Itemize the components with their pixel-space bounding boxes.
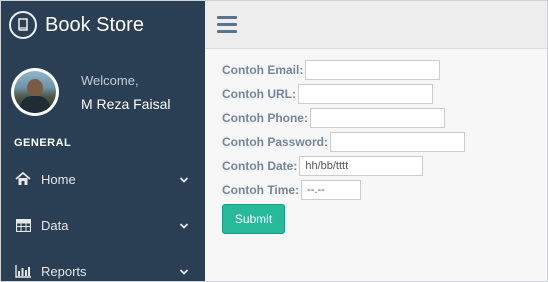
home-icon (14, 172, 32, 186)
phone-label: Contoh Phone: (222, 111, 308, 125)
password-row: Contoh Password: (222, 132, 466, 152)
password-label: Contoh Password: (222, 135, 329, 149)
brand[interactable]: Book Store (9, 9, 144, 41)
bar-chart-icon (14, 264, 32, 278)
sidebar: Book Store Welcome, M Reza Faisal GENERA… (1, 1, 205, 281)
url-row: Contoh URL: (222, 84, 433, 104)
time-field[interactable] (301, 180, 362, 200)
sidebar-item-reports[interactable]: Reports (1, 256, 205, 281)
app-title: Book Store (45, 13, 144, 36)
user-name: M Reza Faisal (81, 95, 171, 112)
time-row: Contoh Time: (222, 180, 362, 200)
email-label: Contoh Email: (222, 63, 304, 77)
menu-toggle-icon[interactable] (217, 16, 237, 37)
date-row: Contoh Date: (222, 156, 424, 176)
sidebar-item-home[interactable]: Home (1, 164, 205, 194)
submit-button[interactable]: Submit (222, 204, 285, 234)
sidebar-item-label: Data (41, 217, 69, 233)
password-field[interactable] (330, 132, 466, 152)
welcome-block: Welcome, M Reza Faisal (81, 73, 170, 112)
chevron-down-icon (179, 219, 189, 234)
date-field[interactable] (299, 156, 424, 176)
profile: Welcome, M Reza Faisal (11, 68, 170, 116)
url-field[interactable] (297, 84, 433, 104)
email-field[interactable] (305, 60, 441, 80)
app-window: Book Store Welcome, M Reza Faisal GENERA… (0, 0, 548, 282)
time-label: Contoh Time: (222, 183, 300, 197)
sidebar-item-data[interactable]: Data (1, 210, 205, 240)
date-label: Contoh Date: (222, 159, 298, 173)
url-label: Contoh URL: (222, 87, 296, 101)
sidebar-item-label: Home (41, 171, 76, 187)
top-navbar (205, 1, 547, 49)
chevron-down-icon (179, 173, 189, 188)
sidebar-item-label: Reports (41, 263, 87, 279)
avatar (11, 68, 59, 116)
table-icon (14, 218, 32, 232)
chevron-down-icon (179, 265, 189, 280)
phone-field[interactable] (309, 108, 445, 128)
book-icon (9, 11, 37, 39)
welcome-text: Welcome, (81, 72, 139, 88)
menu-section-title: GENERAL (14, 137, 72, 149)
phone-row: Contoh Phone: (222, 108, 445, 128)
main-content: Contoh Email: Contoh URL: Contoh Phone: … (205, 49, 547, 281)
email-row: Contoh Email: (222, 60, 441, 80)
